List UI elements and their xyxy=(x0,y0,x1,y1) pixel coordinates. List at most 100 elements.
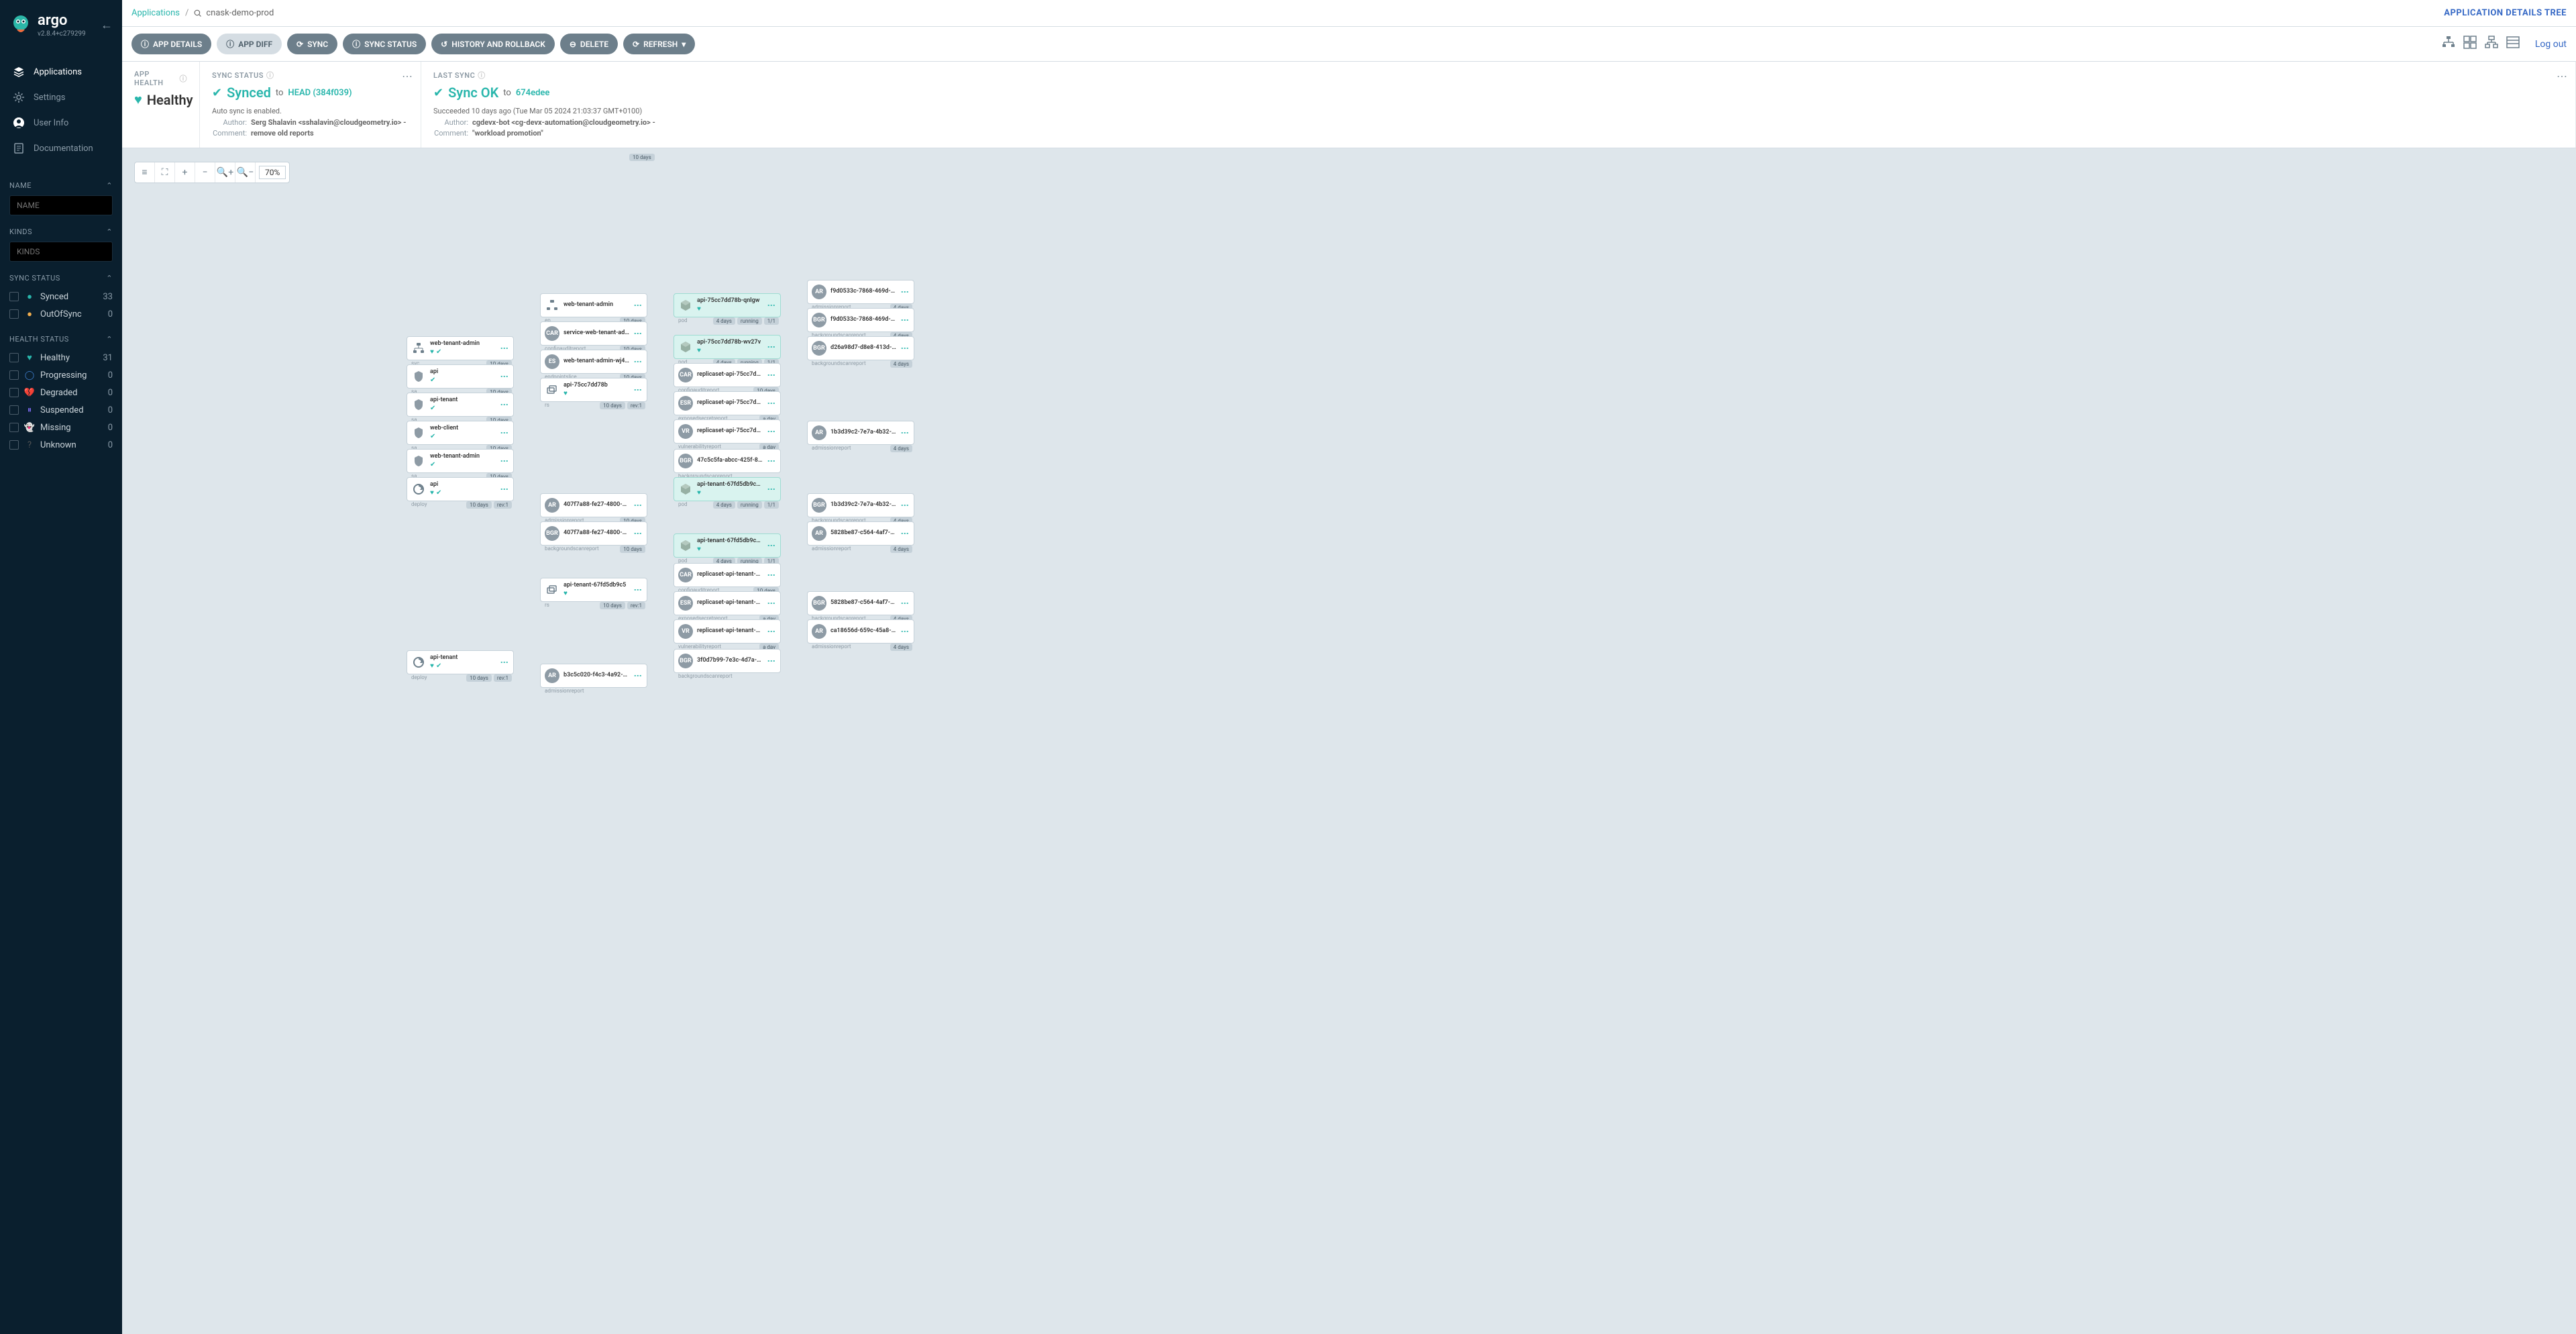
resource-node-admissionreport[interactable]: ARf9d0533c-7868-469d-8555-df...⋮admissio… xyxy=(807,280,914,304)
node-menu-icon[interactable]: ⋮ xyxy=(767,542,776,550)
list-view-icon[interactable] xyxy=(2506,35,2520,54)
node-menu-icon[interactable]: ⋮ xyxy=(767,427,776,435)
filter-name-header[interactable]: NAME⌃ xyxy=(9,181,113,190)
zoom-out-icon[interactable]: − xyxy=(195,162,215,183)
checkbox[interactable] xyxy=(9,423,19,432)
app-diff-button[interactable]: ⓘ APP DIFF xyxy=(217,34,282,54)
info-icon[interactable]: ⓘ xyxy=(478,70,486,81)
network-view-icon[interactable] xyxy=(2484,35,2499,54)
node-menu-icon[interactable]: ⋮ xyxy=(500,429,509,437)
breadcrumb-current[interactable]: cnask-demo-prod xyxy=(194,8,274,18)
resource-node-exposedsecretreport[interactable]: ESRreplicaset-api-tenant-67fd5db...⋮expo… xyxy=(674,591,781,615)
node-menu-icon[interactable]: ⋮ xyxy=(767,657,776,665)
resource-node-endpointslice[interactable]: ESweb-tenant-admin-wj467⋮endpointslice10… xyxy=(540,350,647,374)
checkbox[interactable] xyxy=(9,353,19,362)
resource-node-backgroundscanreport[interactable]: BGRf9d0533c-7868-469d-8555-df...⋮backgro… xyxy=(807,308,914,332)
sync-box-menu-icon[interactable]: ⋯ xyxy=(402,70,413,83)
node-menu-icon[interactable]: ⋮ xyxy=(500,401,509,409)
node-menu-icon[interactable]: ⋮ xyxy=(767,301,776,309)
history-and-rollback-button[interactable]: ↺ HISTORY AND ROLLBACK xyxy=(431,34,555,54)
resource-node-rs[interactable]: api-tenant-67fd5db9c5♥⋮rs10 daysrev:1 xyxy=(540,578,647,602)
delete-button[interactable]: ⊖ DELETE xyxy=(560,34,618,54)
kinds-filter-input[interactable] xyxy=(9,242,113,262)
node-menu-icon[interactable]: ⋮ xyxy=(500,457,509,465)
resource-node-backgroundscanreport[interactable]: BGR5828be87-c564-4af7-846e-60...⋮backgro… xyxy=(807,591,914,615)
collapse-sidebar-icon[interactable]: ← xyxy=(101,18,113,32)
node-menu-icon[interactable]: ⋮ xyxy=(633,329,643,338)
node-menu-icon[interactable]: ⋮ xyxy=(633,672,643,680)
health-filter-missing[interactable]: 👻Missing0 xyxy=(9,419,113,436)
filter-sync-header[interactable]: SYNC STATUS⌃ xyxy=(9,274,113,283)
node-menu-icon[interactable]: ⋮ xyxy=(633,358,643,366)
resource-node-sa[interactable]: web-tenant-admin✔⋮sa10 days xyxy=(407,449,514,473)
resource-node-vulnerabilityreport[interactable]: VRreplicaset-api-75cc7dd78b-ap...⋮vulner… xyxy=(674,419,781,444)
nav-item-applications[interactable]: Applications xyxy=(0,59,122,85)
app-details-button[interactable]: ⓘ APP DETAILS xyxy=(131,34,211,54)
grid-view-icon[interactable] xyxy=(2463,35,2477,54)
resource-node-pod[interactable]: api-75cc7dd78b-qnlgw♥⋮pod4 daysrunning1/… xyxy=(674,293,781,317)
last-sync-revision-link[interactable]: 674edee xyxy=(516,88,550,98)
resource-node-exposedsecretreport[interactable]: ESRreplicaset-api-75cc7dd78b-ap...⋮expos… xyxy=(674,391,781,415)
node-menu-icon[interactable]: ⋮ xyxy=(900,529,910,537)
resource-node-sa[interactable]: api✔⋮sa10 days xyxy=(407,364,514,389)
resource-node-sa[interactable]: api-tenant✔⋮sa10 days xyxy=(407,393,514,417)
focus-icon[interactable]: ⛶ xyxy=(155,162,175,183)
sync-filter-outofsync[interactable]: ●OutOfSync0 xyxy=(9,305,113,323)
node-menu-icon[interactable]: ⋮ xyxy=(767,457,776,465)
health-filter-degraded[interactable]: 💔Degraded0 xyxy=(9,384,113,401)
node-menu-icon[interactable]: ⋮ xyxy=(900,429,910,437)
name-filter-input[interactable] xyxy=(9,195,113,215)
resource-node-configauditreport[interactable]: CARreplicaset-api-tenant-67fd5db...⋮conf… xyxy=(674,563,781,587)
resource-node-sa[interactable]: web-client✔⋮sa10 days xyxy=(407,421,514,445)
health-filter-progressing[interactable]: ◯Progressing0 xyxy=(9,366,113,384)
logout-link[interactable]: Log out xyxy=(2535,39,2567,50)
resource-node-admissionreport[interactable]: AR407f7a88-fe27-4800-8db7-d5...⋮admissio… xyxy=(540,493,647,517)
resource-node-ep[interactable]: web-tenant-admin⋮ep10 days xyxy=(540,293,647,317)
node-menu-icon[interactable]: ⋮ xyxy=(767,627,776,635)
node-menu-icon[interactable]: ⋮ xyxy=(900,501,910,509)
refresh-button[interactable]: ⟳ REFRESH ▾ xyxy=(623,34,695,54)
nav-item-settings[interactable]: Settings xyxy=(0,85,122,110)
node-menu-icon[interactable]: ⋮ xyxy=(900,344,910,352)
checkbox[interactable] xyxy=(9,388,19,397)
nav-item-documentation[interactable]: Documentation xyxy=(0,136,122,161)
resource-node-pod[interactable]: api-75cc7dd78b-wv27v♥⋮pod4 daysrunning1/… xyxy=(674,335,781,359)
node-menu-icon[interactable]: ⋮ xyxy=(767,399,776,407)
checkbox[interactable] xyxy=(9,370,19,380)
resource-node-backgroundscanreport[interactable]: BGRd26a98d7-d8e8-413d-ad11-9...⋮backgrou… xyxy=(807,336,914,360)
resource-node-deploy[interactable]: api-tenant♥✔⋮deploy10 daysrev:1 xyxy=(407,650,514,674)
sync-button[interactable]: ⟳ SYNC xyxy=(287,34,337,54)
resource-node-configauditreport[interactable]: CARservice-web-tenant-admin⋮configauditr… xyxy=(540,321,647,346)
filter-health-header[interactable]: HEALTH STATUS⌃ xyxy=(9,335,113,344)
resource-node-deploy[interactable]: api♥✔⋮deploy10 daysrev:1 xyxy=(407,477,514,501)
node-menu-icon[interactable]: ⋮ xyxy=(767,343,776,351)
sync-revision-link[interactable]: HEAD (384f039) xyxy=(288,88,352,98)
node-menu-icon[interactable]: ⋮ xyxy=(633,586,643,594)
resource-node-backgroundscanreport[interactable]: BGR3f0d7b99-7e3c-4d7a-8495-41...⋮backgro… xyxy=(674,649,781,673)
node-menu-icon[interactable]: ⋮ xyxy=(767,485,776,493)
node-menu-icon[interactable]: ⋮ xyxy=(500,658,509,666)
checkbox[interactable] xyxy=(9,309,19,319)
nav-item-user-info[interactable]: User Info xyxy=(0,110,122,136)
resource-node-backgroundscanreport[interactable]: BGR1b3d39c2-7e7a-4b32-8a47-5...⋮backgrou… xyxy=(807,493,914,517)
checkbox[interactable] xyxy=(9,405,19,415)
node-menu-icon[interactable]: ⋮ xyxy=(633,529,643,537)
node-menu-icon[interactable]: ⋮ xyxy=(900,316,910,324)
resource-node-configauditreport[interactable]: CARreplicaset-api-75cc7dd78b⋮configaudit… xyxy=(674,363,781,387)
node-menu-icon[interactable]: ⋮ xyxy=(767,571,776,579)
resource-node-svc[interactable]: web-tenant-admin♥✔⋮svc10 days xyxy=(407,336,514,360)
node-menu-icon[interactable]: ⋮ xyxy=(633,386,643,394)
info-icon[interactable]: ⓘ xyxy=(180,73,188,84)
node-menu-icon[interactable]: ⋮ xyxy=(900,599,910,607)
breadcrumb-root[interactable]: Applications xyxy=(131,8,180,18)
health-filter-unknown[interactable]: ?Unknown0 xyxy=(9,436,113,454)
tree-canvas[interactable]: ≡ ⛶ + − 🔍+ 🔍− 70% 10 days web-tenant-adm… xyxy=(122,148,2576,1334)
node-menu-icon[interactable]: ⋮ xyxy=(900,627,910,635)
resource-node-backgroundscanreport[interactable]: BGR47c5c5fa-abcc-425f-8593-94...⋮backgro… xyxy=(674,449,781,473)
zoom-in-icon[interactable]: + xyxy=(175,162,195,183)
checkbox[interactable] xyxy=(9,440,19,450)
resource-node-admissionreport[interactable]: ARb3c5c020-f4c3-4a92-a057-a7...⋮admissio… xyxy=(540,664,647,688)
filter-kinds-header[interactable]: KINDS⌃ xyxy=(9,227,113,236)
node-menu-icon[interactable]: ⋮ xyxy=(500,485,509,493)
resource-node-vulnerabilityreport[interactable]: VRreplicaset-api-tenant-67fd5db...⋮vulne… xyxy=(674,619,781,644)
